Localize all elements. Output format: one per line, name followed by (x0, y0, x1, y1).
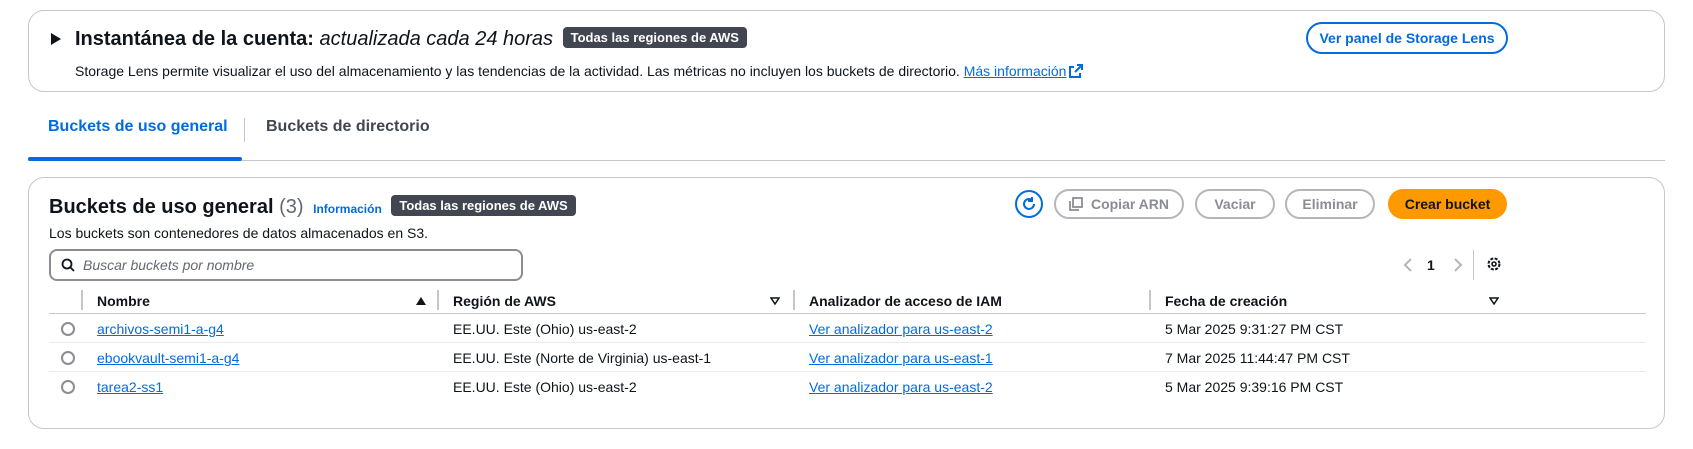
analyzer-link[interactable]: Ver analizador para us-east-1 (809, 350, 993, 366)
bucket-name-link[interactable]: tarea2-ss1 (97, 379, 163, 395)
creation-date: 5 Mar 2025 9:39:16 PM CST (1165, 379, 1344, 395)
column-separator (1149, 290, 1151, 310)
column-header-creation-date[interactable]: Fecha de creación (1165, 293, 1287, 309)
snapshot-description-text: Storage Lens permite visualizar el uso d… (75, 63, 960, 79)
sort-unsorted-icon[interactable] (770, 297, 780, 305)
bucket-name-link[interactable]: archivos-semi1-a-g4 (97, 321, 224, 337)
copy-arn-label: Copiar ARN (1090, 196, 1170, 212)
next-page-icon[interactable] (1453, 258, 1463, 272)
column-separator (793, 290, 795, 310)
row-divider (49, 371, 1646, 372)
tab-general-purpose-buckets[interactable]: Buckets de uso general (48, 118, 228, 136)
sort-ascending-icon[interactable] (416, 297, 426, 305)
more-info-link[interactable]: Más información (964, 63, 1067, 79)
empty-button[interactable]: Vaciar (1195, 189, 1275, 219)
sort-unsorted-icon[interactable] (1489, 297, 1499, 305)
external-link-icon (1069, 64, 1084, 78)
column-separator (437, 290, 439, 310)
bucket-count: (3) (279, 196, 304, 218)
search-input[interactable]: Buscar buckets por nombre (49, 249, 523, 281)
delete-label: Eliminar (1302, 196, 1358, 212)
tab-general-label: Buckets de uso general (48, 118, 228, 135)
snapshot-title-bold: Instantánea de la cuenta: (75, 28, 314, 50)
panel-description: Los buckets son contenedores de datos al… (49, 225, 429, 241)
snapshot-title: Instantánea de la cuenta: actualizada ca… (75, 27, 747, 51)
analyzer-link[interactable]: Ver analizador para us-east-2 (809, 321, 993, 337)
snapshot-title-italic: actualizada cada 24 horas (319, 28, 554, 50)
settings-gear-icon[interactable] (1486, 256, 1502, 272)
active-tab-indicator (28, 157, 242, 161)
view-storage-lens-label: Ver panel de Storage Lens (1319, 30, 1495, 46)
more-info-label: Más información (963, 63, 1067, 79)
regions-badge-panel: Todas las regiones de AWS (391, 195, 576, 216)
creation-date: 7 Mar 2025 11:44:47 PM CST (1165, 350, 1350, 366)
info-link[interactable]: Información (313, 202, 382, 216)
bucket-region: EE.UU. Este (Norte de Virginia) us-east-… (453, 350, 712, 366)
empty-label: Vaciar (1214, 196, 1256, 212)
refresh-button[interactable] (1015, 190, 1043, 218)
search-placeholder: Buscar buckets por nombre (83, 257, 255, 273)
row-radio[interactable] (61, 351, 75, 365)
search-icon (61, 258, 75, 272)
view-storage-lens-button[interactable]: Ver panel de Storage Lens (1306, 22, 1508, 54)
bucket-region: EE.UU. Este (Ohio) us-east-2 (453, 379, 637, 395)
creation-date: 5 Mar 2025 9:31:27 PM CST (1165, 321, 1344, 337)
prev-page-icon[interactable] (1403, 258, 1413, 272)
buckets-panel: Buckets de uso general (3) Información T… (28, 177, 1665, 429)
column-header-region[interactable]: Región de AWS (453, 293, 556, 309)
row-divider (49, 342, 1646, 343)
snapshot-description: Storage Lens permite visualizar el uso d… (75, 63, 1084, 79)
table-header-line (49, 313, 1646, 314)
delete-button[interactable]: Eliminar (1285, 189, 1375, 219)
copy-icon (1069, 197, 1083, 211)
panel-title: Buckets de uso general (3) Información T… (49, 195, 576, 219)
analyzer-link[interactable]: Ver analizador para us-east-2 (809, 379, 993, 395)
tab-directory-buckets[interactable]: Buckets de directorio (266, 118, 430, 136)
copy-arn-button[interactable]: Copiar ARN (1054, 189, 1184, 219)
row-radio[interactable] (61, 322, 75, 336)
tabs-divider (28, 160, 1665, 161)
bucket-name-link[interactable]: ebookvault-semi1-a-g4 (97, 350, 239, 366)
create-bucket-button[interactable]: Crear bucket (1388, 189, 1507, 219)
column-header-name[interactable]: Nombre (97, 293, 150, 309)
tab-separator (244, 118, 245, 142)
pagination-divider (1473, 250, 1474, 280)
expand-caret-icon[interactable] (51, 33, 61, 45)
bucket-region: EE.UU. Este (Ohio) us-east-2 (453, 321, 637, 337)
refresh-icon (1023, 197, 1035, 210)
regions-badge: Todas las regiones de AWS (562, 27, 747, 48)
column-separator (81, 290, 83, 310)
column-header-iam-analyzer[interactable]: Analizador de acceso de IAM (809, 293, 1002, 309)
account-snapshot-panel: Instantánea de la cuenta: actualizada ca… (28, 10, 1665, 92)
current-page[interactable]: 1 (1427, 257, 1435, 273)
row-radio[interactable] (61, 380, 75, 394)
create-bucket-label: Crear bucket (1404, 196, 1491, 212)
panel-title-text: Buckets de uso general (49, 196, 274, 218)
tab-directory-label: Buckets de directorio (266, 118, 430, 135)
